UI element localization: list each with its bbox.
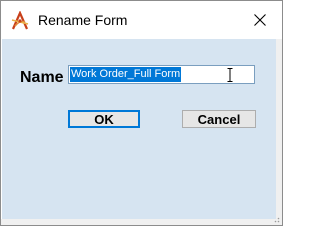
rename-form-dialog: Rename Form Name Work Order_Full Form OK… [0,0,283,226]
name-input[interactable]: Work Order_Full Form [68,65,255,84]
cancel-button[interactable]: Cancel [182,110,256,128]
window-frame-right [276,39,282,225]
name-input-selected-text[interactable]: Work Order_Full Form [70,67,182,82]
text-cursor-icon [227,68,233,82]
window-title: Rename Form [38,12,128,28]
resize-grip-icon[interactable] [272,215,280,223]
app-logo-icon [11,11,29,30]
name-label: Name [20,69,64,86]
window-frame-bottom [1,217,282,225]
close-icon [254,14,266,26]
close-button[interactable] [238,1,282,39]
ok-button[interactable]: OK [68,110,140,128]
dialog-body: Name Work Order_Full Form OK Cancel [2,39,276,219]
title-bar[interactable]: Rename Form [1,1,282,39]
